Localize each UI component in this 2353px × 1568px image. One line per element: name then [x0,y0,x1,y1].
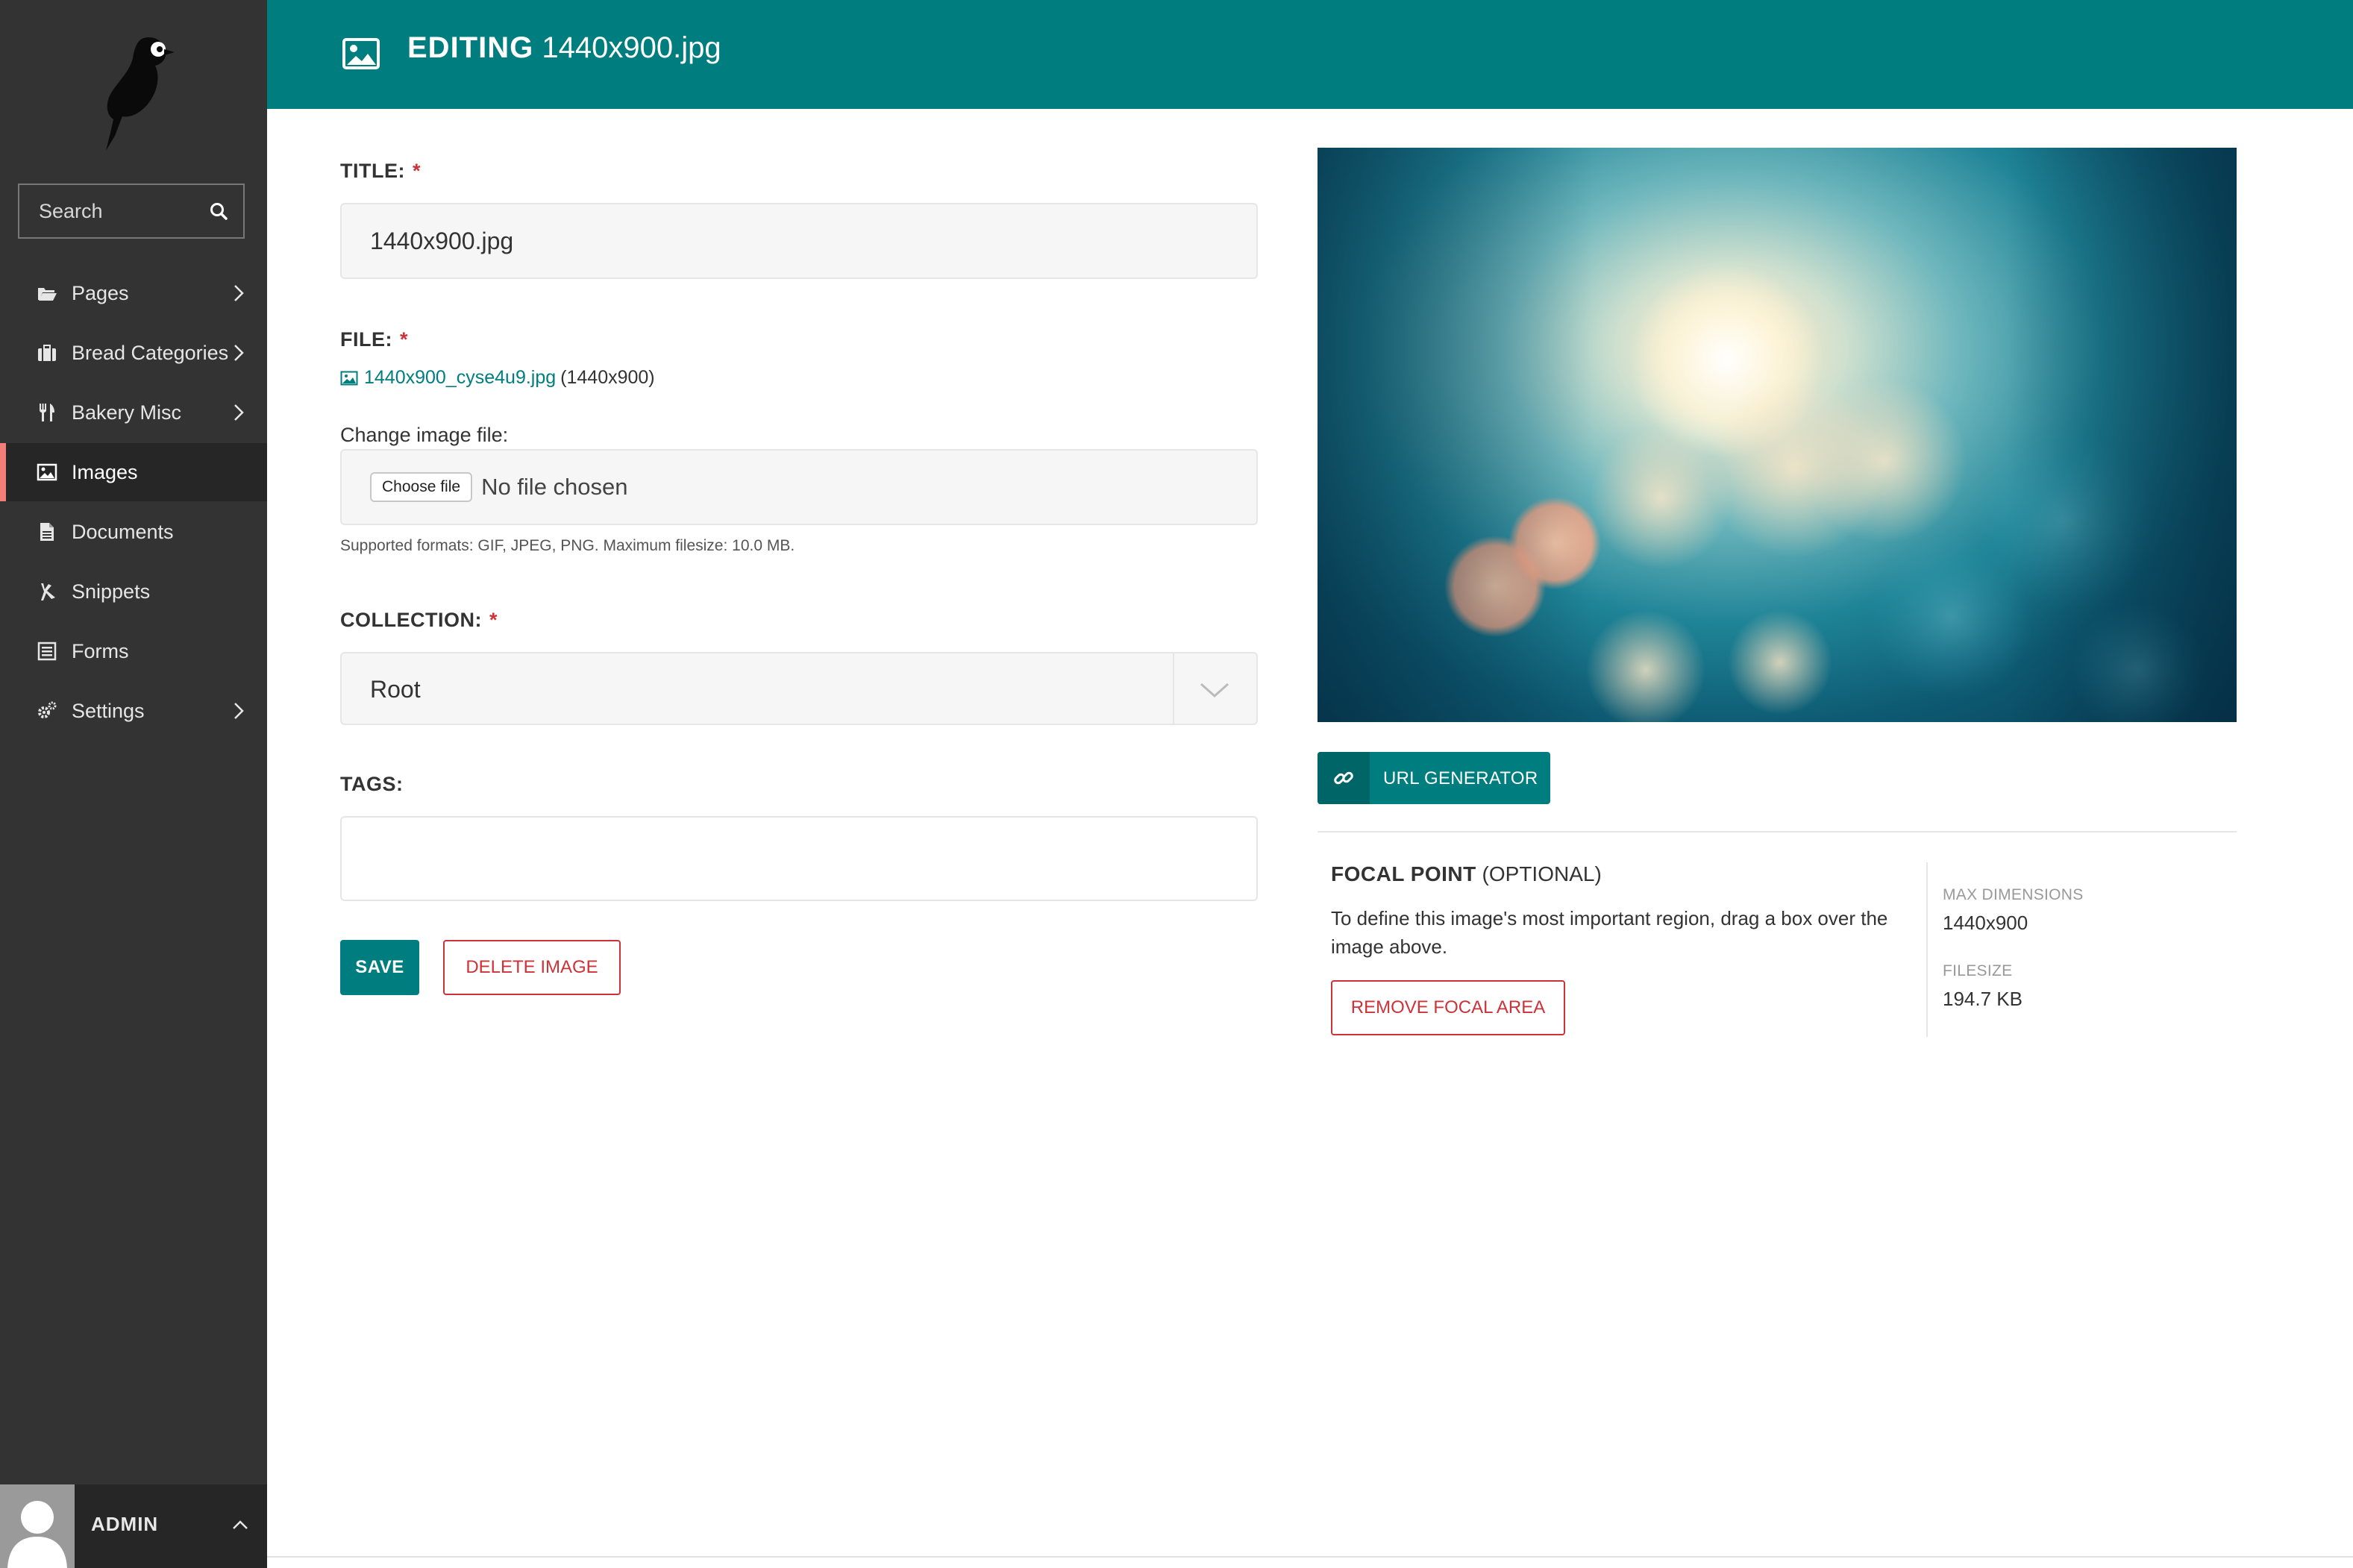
sidebar-item-images[interactable]: Images [0,443,267,501]
sidebar-item-settings[interactable]: Settings [0,682,267,740]
sidebar-item-label: Bakery Misc [72,401,182,424]
file-label-text: FILE: [340,328,392,351]
page-header: EDITING 1440x900.jpg [267,0,2353,109]
account-name: ADMIN [91,1513,159,1535]
chevron-right-icon [234,285,244,301]
required-marker: * [489,609,498,631]
url-generator-label: URL GENERATOR [1383,768,1538,788]
delete-image-button[interactable]: DELETE IMAGE [443,940,621,995]
chevron-right-icon [234,703,244,719]
page-bottom-border [267,1556,2353,1558]
sidebar-item-snippets[interactable]: Snippets [0,562,267,621]
account-menu[interactable]: ADMIN [0,1484,267,1568]
collection-select[interactable]: Root [340,652,1258,725]
sidebar-item-pages[interactable]: Pages [0,264,267,322]
user-avatar-icon [7,1501,67,1568]
sidebar-item-bakery-misc[interactable]: Bakery Misc [0,383,267,442]
focal-point-optional: (OPTIONAL) [1482,862,1602,885]
filesize-label: FILESIZE [1943,962,2013,979]
document-icon [36,521,58,543]
current-file: 1440x900_cyse4u9.jpg (1440x900) [340,367,655,389]
filesize-value: 194.7 KB [1943,988,2023,1010]
select-divider [1173,653,1174,724]
page-title-prefix: EDITING [407,31,534,64]
search-icon[interactable] [209,201,228,221]
sidebar-item-documents[interactable]: Documents [0,503,267,561]
remove-focal-area-button[interactable]: REMOVE FOCAL AREA [1331,980,1565,1035]
divider [1318,831,2237,832]
focal-point-heading: FOCAL POINT (OPTIONAL) [1331,862,1602,886]
vertical-divider [1926,862,1928,1037]
sidebar-item-label: Forms [72,639,129,662]
snippet-icon [36,580,58,603]
change-image-label: Change image file: [340,424,509,446]
title-input-value: 1440x900.jpg [370,227,514,254]
url-generator-button[interactable]: URL GENERATOR [1318,752,1550,804]
bokeh-image [1318,148,2237,722]
sidebar-item-label: Settings [72,699,145,722]
search-placeholder: Search [39,199,103,222]
chevron-up-icon[interactable] [231,1519,249,1531]
tags-label: TAGS: [340,773,404,795]
link-icon [1334,771,1353,785]
sidebar-item-bread-categories[interactable]: Bread Categories [0,324,267,382]
image-file-input[interactable]: Choose file No file chosen [340,449,1258,525]
chevron-right-icon [234,345,244,361]
page-title-filename: 1440x900.jpg [542,31,721,64]
avatar[interactable] [0,1484,75,1568]
sidebar-item-label: Images [72,460,138,483]
file-label: FILE: * [340,328,408,351]
file-help-text: Supported formats: GIF, JPEG, PNG. Maxim… [340,537,795,554]
image-icon [340,371,358,385]
sidebar-item-label: Documents [72,520,174,543]
save-button[interactable]: SAVE [340,940,419,995]
title-label: TITLE: * [340,160,421,183]
choose-file-button[interactable]: Choose file [370,472,473,502]
wagtail-logo-icon[interactable] [84,33,181,152]
max-dimensions-label: MAX DIMENSIONS [1943,886,2084,903]
suitcase-icon [36,342,58,364]
page-title: EDITING 1440x900.jpg [407,31,721,65]
sidebar-item-label: Snippets [72,580,151,603]
sidebar-search[interactable]: Search [18,184,245,239]
current-file-link[interactable]: 1440x900_cyse4u9.jpg [364,367,556,389]
cutlery-icon [36,401,58,424]
sidebar-item-forms[interactable]: Forms [0,622,267,680]
folder-open-icon [36,282,58,304]
link-icon-box [1318,752,1370,804]
required-marker: * [400,328,409,351]
image-icon [36,461,58,483]
file-status: No file chosen [481,474,628,500]
sidebar-item-label: Pages [72,281,129,304]
image-icon [342,38,380,69]
sidebar: Search Pages Bread Categories Bakery Mis… [0,0,267,1568]
current-file-dimensions: (1440x900) [560,367,655,388]
collection-value: Root [370,676,421,703]
tags-input[interactable] [340,816,1258,901]
title-label-text: TITLE: [340,160,405,182]
max-dimensions-value: 1440x900 [1943,912,2028,934]
title-input[interactable]: 1440x900.jpg [340,203,1258,279]
form-icon [36,640,58,662]
collection-label: COLLECTION: * [340,609,498,632]
required-marker: * [412,160,421,182]
focal-point-title: FOCAL POINT [1331,862,1476,885]
collection-label-text: COLLECTION: [340,609,482,631]
sidebar-item-label: Bread Categories [72,341,229,364]
focal-point-description: To define this image's most important re… [1331,907,1888,958]
chevron-down-icon[interactable] [1198,680,1231,700]
chevron-right-icon [234,404,244,421]
cogs-icon [36,700,58,722]
image-preview[interactable] [1318,148,2237,722]
